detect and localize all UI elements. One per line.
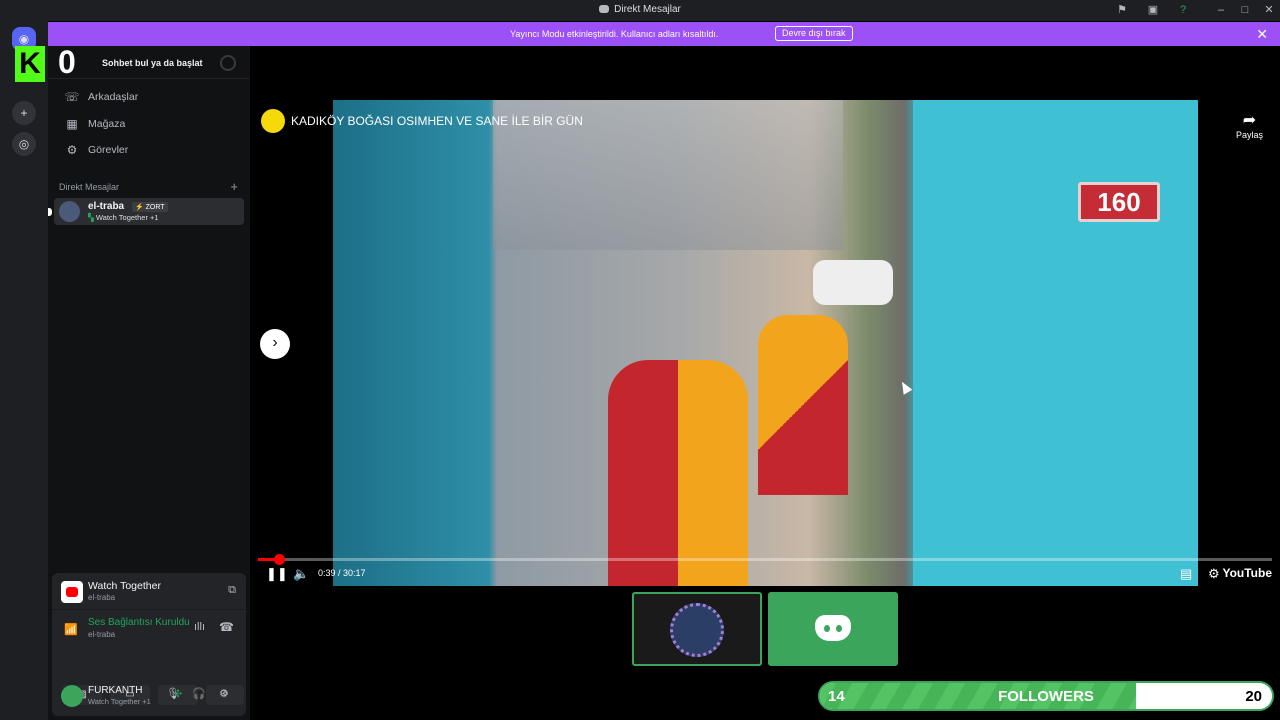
- create-dm-icon[interactable]: +: [230, 179, 238, 194]
- share-icon: ➦: [1242, 112, 1257, 129]
- activity-icon: ▚: [88, 213, 96, 222]
- disable-streamer-mode-button[interactable]: Devre dışı bırak: [775, 26, 853, 41]
- video-frame[interactable]: 160: [333, 100, 1198, 586]
- voice-status: Ses Bağlantısı Kuruldu: [88, 617, 190, 628]
- screen-icon[interactable]: ▣: [1146, 3, 1160, 17]
- loading-ring-icon: [220, 55, 236, 71]
- voice-wave-icon[interactable]: ıllı: [194, 621, 205, 633]
- discord-logo-icon: [815, 615, 851, 641]
- shop-icon: ▦: [66, 117, 78, 131]
- divider: [52, 609, 246, 610]
- user-panel: FURKANTH Watch Together +1 🎙 🎧 ⚙: [48, 676, 250, 720]
- video-car: [813, 260, 893, 305]
- headphones-icon[interactable]: 🎧: [192, 687, 206, 700]
- share-button[interactable]: ➦ Paylaş: [1236, 110, 1263, 140]
- settings-icon[interactable]: ⚙: [1208, 566, 1220, 582]
- title-bar: Direkt Mesajlar ⚑ ▣ ? – □ ✕: [0, 0, 1280, 21]
- activity-title: Watch Together: [88, 580, 161, 592]
- settings-gear-icon[interactable]: ⚙: [219, 687, 229, 700]
- door-number-plate: 160: [1078, 182, 1160, 222]
- volume-icon[interactable]: 🔈: [293, 566, 309, 582]
- video-time: 0:39 / 30:17: [318, 568, 366, 578]
- kick-viewer-count: 0: [58, 44, 76, 80]
- video-person: [758, 315, 848, 495]
- dm-tag: ⚡ ZORT: [132, 202, 168, 212]
- participant-avatar: [670, 603, 724, 657]
- maximize-icon[interactable]: □: [1238, 3, 1252, 17]
- followers-label: FOLLOWERS: [998, 688, 1094, 705]
- youtube-logo[interactable]: YouTube: [1222, 566, 1272, 580]
- window-title: Direkt Mesajlar: [0, 4, 1280, 15]
- pause-icon[interactable]: ❚❚: [266, 566, 288, 582]
- close-window-icon[interactable]: ✕: [1262, 3, 1276, 17]
- channel-avatar[interactable]: [261, 109, 285, 133]
- video-title[interactable]: KADIKÖY BOĞASI OSIMHEN VE SANE İLE BİR G…: [291, 114, 583, 128]
- progress-bar[interactable]: [258, 554, 1272, 565]
- mic-icon[interactable]: 🎙: [166, 687, 180, 700]
- selected-indicator: [48, 208, 52, 216]
- signal-icon: 📶: [64, 624, 78, 636]
- quests-icon: ⚙: [66, 143, 78, 157]
- video-person: [608, 360, 748, 586]
- search-bar[interactable]: Sohbet bul ya da başlat: [48, 46, 250, 79]
- nav-shop[interactable]: ▦ Mağaza: [56, 112, 242, 136]
- inbox-flag-icon[interactable]: ⚑: [1115, 3, 1129, 17]
- kick-logo: K: [15, 46, 45, 82]
- avatar: [59, 201, 80, 222]
- dm-name: el-traba: [88, 201, 125, 212]
- followers-goal-bar: 14 FOLLOWERS 20: [818, 681, 1274, 711]
- popout-icon[interactable]: ⧉: [228, 584, 236, 597]
- video-door: [913, 100, 1198, 586]
- help-icon[interactable]: ?: [1176, 3, 1190, 17]
- nav-friends[interactable]: ☏ Arkadaşlar: [56, 85, 242, 109]
- minimize-icon[interactable]: –: [1214, 3, 1228, 17]
- add-server-icon[interactable]: +: [12, 101, 36, 125]
- user-avatar[interactable]: [61, 685, 83, 707]
- nav-quests[interactable]: ⚙ Görevler: [56, 138, 242, 162]
- participant-card[interactable]: [632, 592, 762, 666]
- search-placeholder: Sohbet bul ya da başlat: [102, 58, 203, 68]
- dm-status: ▚ Watch Together +1: [88, 213, 159, 222]
- followers-goal: 20: [1245, 688, 1262, 705]
- youtube-player[interactable]: 160 KADIKÖY BOĞASI OSIMHEN VE SANE İLE B…: [250, 100, 1280, 586]
- subtitles-icon[interactable]: ▤: [1180, 566, 1192, 582]
- user-name: FURKANTH: [88, 685, 143, 696]
- dm-sidebar: Sohbet bul ya da başlat ☏ Arkadaşlar ▦ Mağ…: [48, 46, 250, 720]
- user-status: Watch Together +1: [88, 697, 151, 706]
- disconnect-icon[interactable]: ☎: [219, 620, 234, 634]
- dm-header: Direkt Mesajlar: [59, 182, 120, 192]
- banner-message: Yayıncı Modu etkinleştirildi. Kullanıcı …: [510, 29, 719, 39]
- progress-knob[interactable]: [274, 554, 286, 565]
- next-video-button[interactable]: ›: [260, 329, 290, 359]
- discover-icon[interactable]: ◎: [12, 132, 36, 156]
- dm-item-el-traba[interactable]: el-traba ⚡ ZORT ▚ Watch Together +1: [54, 198, 244, 225]
- friends-icon: ☏: [64, 90, 80, 104]
- server-rail: ◉ + ◎: [0, 21, 48, 720]
- activity-subtitle: el-traba: [88, 593, 116, 602]
- youtube-icon: [61, 581, 83, 603]
- voice-channel: el-traba: [88, 630, 116, 639]
- discord-card[interactable]: [768, 592, 898, 666]
- close-banner-icon[interactable]: ✕: [1256, 26, 1268, 43]
- streamer-mode-banner: Yayıncı Modu etkinleştirildi. Kullanıcı …: [48, 22, 1280, 46]
- discord-icon: [599, 5, 610, 13]
